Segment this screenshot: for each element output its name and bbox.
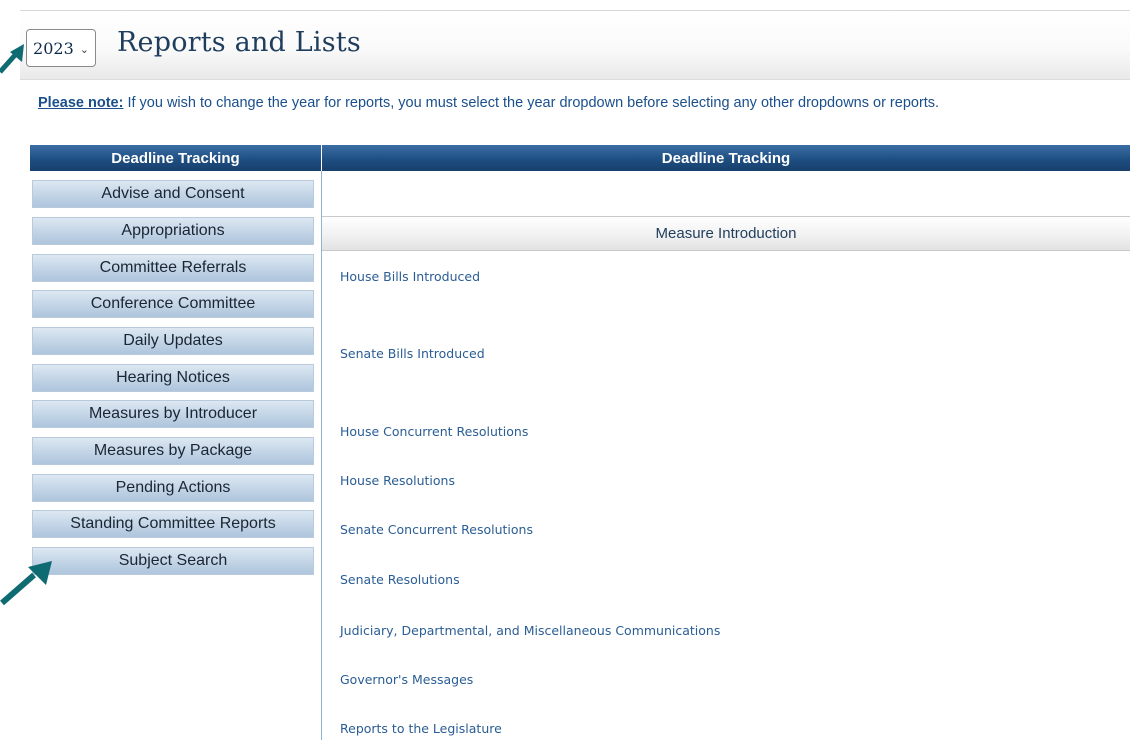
annotation-arrow-icon [0, 561, 52, 605]
link-governors-messages[interactable]: Governor's Messages [340, 672, 473, 687]
menu-item-hearing-notices[interactable]: Hearing Notices [32, 364, 314, 392]
link-senate-concurrent-resolutions[interactable]: Senate Concurrent Resolutions [340, 522, 533, 537]
menu-item-conference-committee[interactable]: Conference Committee [32, 290, 314, 318]
year-dropdown[interactable]: 2023 ⌄ [26, 29, 96, 67]
page-title: Reports and Lists [117, 27, 361, 58]
content-header: Deadline Tracking [322, 145, 1130, 171]
link-senate-resolutions[interactable]: Senate Resolutions [340, 572, 460, 587]
chevron-down-icon: ⌄ [79, 42, 89, 56]
link-reports-to-the-legislature[interactable]: Reports to the Legislature [340, 721, 502, 736]
menu-item-committee-referrals[interactable]: Committee Referrals [32, 254, 314, 282]
year-change-note: Please note: If you wish to change the y… [38, 95, 939, 111]
menu-item-pending-actions[interactable]: Pending Actions [32, 474, 314, 502]
menu-item-advise-and-consent[interactable]: Advise and Consent [32, 180, 314, 208]
menu-item-daily-updates[interactable]: Daily Updates [32, 327, 314, 355]
year-dropdown-value: 2023 [33, 38, 74, 58]
content-divider [321, 171, 322, 740]
note-text: If you wish to change the year for repor… [123, 95, 940, 111]
link-judiciary-departmental-misc-communications[interactable]: Judiciary, Departmental, and Miscellaneo… [340, 623, 720, 638]
left-menu-header: Deadline Tracking [30, 145, 321, 171]
link-house-concurrent-resolutions[interactable]: House Concurrent Resolutions [340, 424, 528, 439]
note-label: Please note: [38, 95, 124, 111]
menu-item-appropriations[interactable]: Appropriations [32, 217, 314, 245]
link-senate-bills-introduced[interactable]: Senate Bills Introduced [340, 346, 485, 361]
menu-item-standing-committee-reports[interactable]: Standing Committee Reports [32, 510, 314, 538]
menu-item-measures-by-introducer[interactable]: Measures by Introducer [32, 400, 314, 428]
link-house-resolutions[interactable]: House Resolutions [340, 473, 455, 488]
section-measure-introduction: Measure Introduction [322, 216, 1130, 251]
annotation-arrow-icon [0, 44, 24, 74]
menu-item-subject-search[interactable]: Subject Search [32, 547, 314, 575]
link-house-bills-introduced[interactable]: House Bills Introduced [340, 269, 480, 284]
menu-item-measures-by-package[interactable]: Measures by Package [32, 437, 314, 465]
